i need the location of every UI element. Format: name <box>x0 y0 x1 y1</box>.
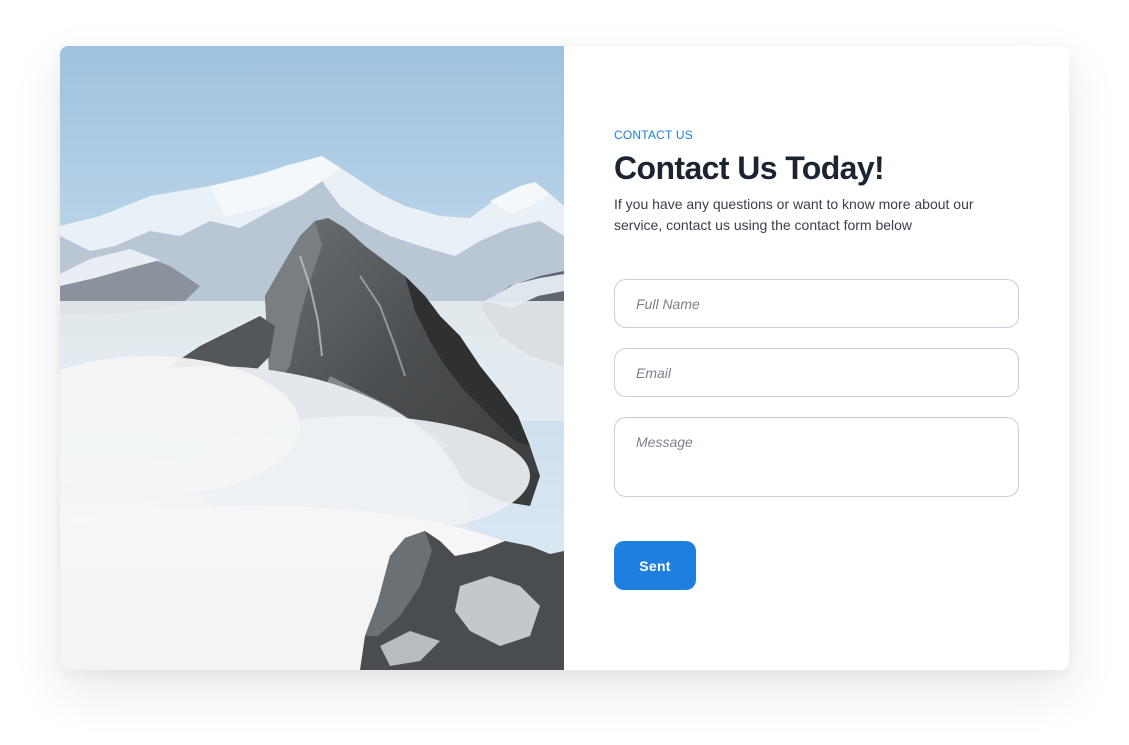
contact-card: CONTACT US Contact Us Today! If you have… <box>60 46 1069 670</box>
page-title: Contact Us Today! <box>614 150 885 186</box>
full-name-input[interactable] <box>614 279 1019 328</box>
contact-form-panel: CONTACT US Contact Us Today! If you have… <box>614 46 1019 670</box>
send-button[interactable]: Sent <box>614 541 696 590</box>
page-subtitle: If you have any questions or want to kno… <box>614 196 974 233</box>
email-input[interactable] <box>614 348 1019 397</box>
mountain-photo <box>60 46 564 670</box>
message-textarea[interactable] <box>614 417 1019 497</box>
section-eyebrow: CONTACT US <box>614 128 693 142</box>
